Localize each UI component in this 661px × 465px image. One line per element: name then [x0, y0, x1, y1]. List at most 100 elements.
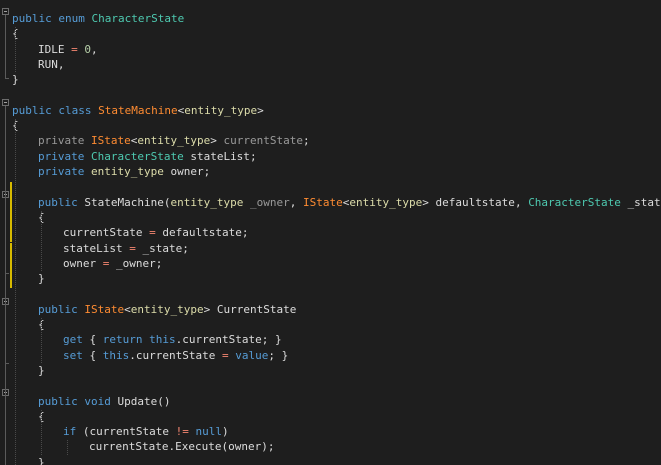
code-token: , — [91, 43, 98, 56]
fold-end-property — [5, 363, 9, 364]
code-token: entity_type — [349, 196, 423, 209]
code-token: ; — [268, 349, 275, 362]
code-token: entity_type — [184, 104, 258, 117]
code-token: return — [102, 333, 143, 346]
code-token: = — [221, 349, 229, 362]
code-token: currentState — [63, 226, 143, 239]
code-token: _state — [142, 242, 183, 255]
code-token: _owner — [249, 196, 290, 209]
indent-guide-property — [41, 318, 42, 363]
code-token: value — [235, 349, 269, 362]
code-token: public — [12, 104, 52, 117]
code-token: = — [149, 226, 156, 239]
code-token: Execute — [175, 440, 222, 453]
code-token: private — [38, 150, 85, 163]
code-token: stateList — [190, 150, 250, 163]
change-marker — [10, 197, 12, 212]
code-token: ( — [82, 425, 90, 438]
code-token: } — [38, 272, 45, 285]
code-token: defaultstate — [435, 196, 515, 209]
line-close-brace: } — [12, 455, 45, 465]
code-token: owner — [170, 165, 204, 178]
code-token: public — [38, 303, 78, 316]
code-token: IState — [84, 303, 125, 316]
code-token: owner — [228, 440, 262, 453]
code-token: ; — [249, 150, 257, 163]
indent-guide-update — [41, 410, 42, 455]
code-token: = — [129, 242, 136, 255]
code-token: null — [195, 425, 222, 438]
code-token: } — [38, 364, 45, 377]
change-marker — [10, 273, 12, 288]
line-field-currentstate: private IState<entity_type> currentState… — [12, 133, 310, 148]
code-token: currentState — [223, 134, 303, 147]
code-token: entity_type — [170, 196, 244, 209]
line-close-brace: } — [12, 363, 45, 378]
code-token: enum — [58, 12, 85, 25]
line-close-brace: } — [12, 72, 19, 87]
line-execute: currentState.Execute(owner); — [12, 439, 274, 454]
fold-class-button[interactable] — [2, 99, 9, 106]
code-token: currentState — [89, 440, 169, 453]
code-token: IState — [302, 196, 343, 209]
code-token: { — [89, 349, 97, 362]
code-token: _owner — [116, 257, 156, 270]
fold-line-property — [5, 305, 6, 363]
line-open-brace: { — [12, 317, 45, 332]
code-token: public — [38, 196, 78, 209]
code-token: 0 — [84, 43, 91, 56]
line-class-decl: public class StateMachine<entity_type> — [12, 103, 264, 118]
code-token: > — [203, 303, 211, 316]
line-property-decl: public IState<entity_type> CurrentState — [12, 302, 296, 317]
code-token: get — [63, 333, 83, 346]
code-token: RUN — [38, 58, 58, 71]
line-enum-decl: public enum CharacterState — [12, 11, 184, 26]
change-marker — [10, 227, 12, 242]
line-open-brace: { — [12, 409, 45, 424]
code-token: if — [63, 425, 77, 438]
line-update-decl: public void Update() — [12, 394, 171, 409]
code-token: public — [38, 395, 78, 408]
code-token: ) — [221, 425, 229, 438]
code-token: public — [12, 12, 52, 25]
code-token: ; — [155, 257, 163, 270]
code-token: > — [422, 196, 429, 209]
code-editor[interactable]: public enum CharacterState{IDLE = 0, RUN,… — [0, 0, 661, 465]
code-token: ; — [241, 226, 249, 239]
indent-guide-if — [67, 440, 68, 455]
code-token: CurrentState — [216, 303, 297, 316]
code-token: } — [274, 333, 282, 346]
change-marker — [10, 212, 12, 227]
fold-end-enum — [5, 78, 9, 79]
code-token: _state — [627, 196, 661, 209]
code-token: = — [71, 43, 78, 56]
line-assign-currentstate: currentState = defaultstate; — [12, 225, 248, 240]
code-token: , — [57, 58, 65, 71]
code-token: IDLE — [38, 43, 65, 56]
code-token: } — [12, 73, 19, 86]
code-token: () — [157, 395, 171, 408]
code-token: entity_type — [137, 134, 211, 147]
code-token: != — [175, 425, 189, 438]
code-token: , — [289, 196, 297, 209]
code-token: = — [102, 257, 110, 270]
line-assign-statelist: stateList = _state; — [12, 241, 189, 256]
fold-end-ctor — [5, 273, 9, 274]
code-token: currentState — [89, 425, 169, 438]
code-token: CharacterState — [90, 150, 184, 163]
code-token: private — [38, 165, 85, 178]
fold-line-update — [5, 396, 6, 465]
fold-enum-button[interactable] — [2, 8, 9, 15]
line-run: RUN, — [12, 57, 65, 72]
indent-guide-enum — [15, 27, 16, 72]
change-marker — [10, 182, 12, 197]
code-token: { — [89, 333, 97, 346]
line-close-brace: } — [12, 271, 45, 286]
change-marker — [10, 258, 12, 273]
code-token: StateMachine — [84, 196, 164, 209]
code-token: > — [210, 134, 217, 147]
fold-line-ctor — [5, 198, 6, 273]
code-token: ); — [261, 440, 275, 453]
line-getter: get { return this.currentState; } — [12, 332, 282, 347]
line-ctor-decl: public StateMachine(entity_type _owner, … — [12, 195, 661, 210]
